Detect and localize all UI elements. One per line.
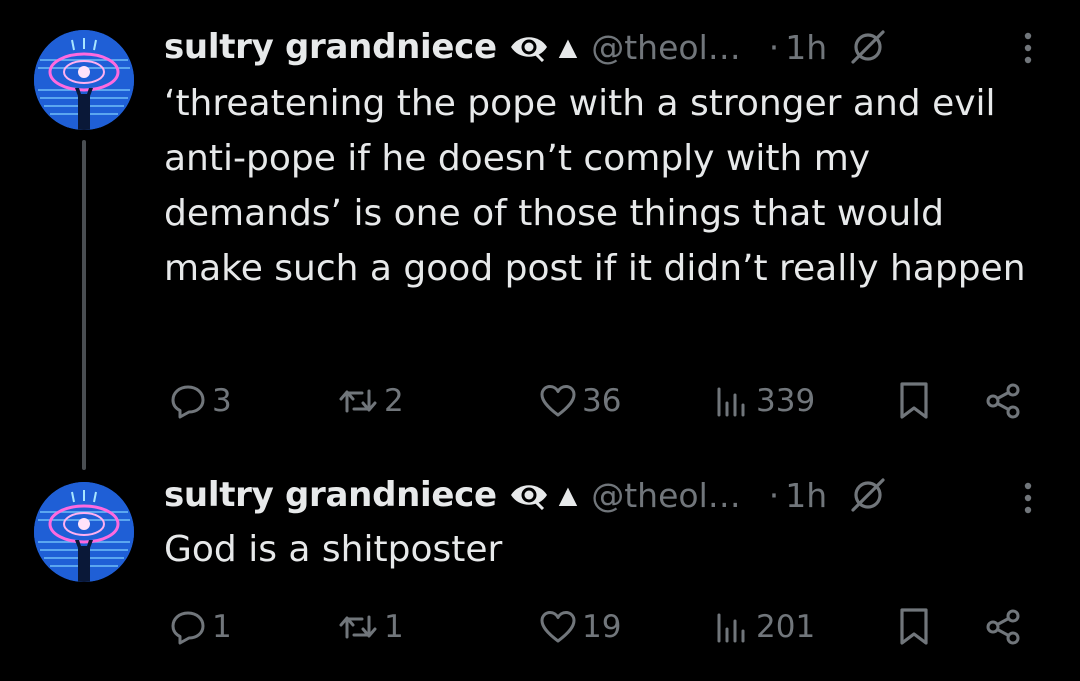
triangle-badge: ▲ xyxy=(558,481,578,509)
reply-count: 1 xyxy=(212,609,232,645)
bookmark-button[interactable] xyxy=(894,602,934,652)
view-count: 339 xyxy=(756,383,816,419)
post[interactable]: sultry grandniece ▲ @theol… · 1h ‘threat… xyxy=(0,0,1080,470)
views-button[interactable]: 201 xyxy=(712,602,815,652)
action-bar: 3 2 36 339 xyxy=(164,376,1044,426)
reply-icon xyxy=(168,607,208,647)
author-handle[interactable]: @theol… xyxy=(591,28,741,67)
share-button[interactable] xyxy=(982,376,1026,426)
view-count: 201 xyxy=(756,609,816,645)
reply-button[interactable]: 1 xyxy=(168,602,232,652)
like-button[interactable]: 36 xyxy=(538,376,621,426)
post-text: ‘threatening the pope with a stronger an… xyxy=(164,83,1026,289)
views-button[interactable]: 339 xyxy=(712,376,815,426)
more-icon[interactable] xyxy=(1010,28,1046,68)
bookmark-button[interactable] xyxy=(894,376,934,426)
eye-icon xyxy=(509,480,549,510)
post-timestamp[interactable]: 1h xyxy=(785,476,827,515)
avatar[interactable] xyxy=(34,30,134,130)
share-icon xyxy=(982,607,1026,647)
avatar-image xyxy=(34,482,134,582)
repost-icon xyxy=(336,607,380,647)
reply-button[interactable]: 3 xyxy=(168,376,232,426)
bookmark-icon xyxy=(894,605,934,649)
share-icon xyxy=(982,381,1026,421)
avatar[interactable] xyxy=(34,482,134,582)
reply-count: 3 xyxy=(212,383,232,419)
thread-connector-line xyxy=(82,140,86,470)
post-header: sultry grandniece ▲ @theol… · 1h xyxy=(164,470,887,520)
post[interactable]: sultry grandniece ▲ @theol… · 1h God is … xyxy=(0,470,1080,681)
repost-button[interactable]: 2 xyxy=(336,376,404,426)
null-icon xyxy=(849,476,887,514)
repost-count: 1 xyxy=(384,609,404,645)
separator-dot: · xyxy=(768,475,780,515)
like-button[interactable]: 19 xyxy=(538,602,621,652)
post-text: God is a shitposter xyxy=(164,529,503,570)
reply-icon xyxy=(168,381,208,421)
avatar-image xyxy=(34,30,134,130)
null-icon xyxy=(849,28,887,66)
like-count: 19 xyxy=(582,609,622,645)
triangle-badge: ▲ xyxy=(558,33,578,61)
action-bar: 1 1 19 201 xyxy=(164,602,1044,652)
like-icon xyxy=(538,381,578,421)
repost-count: 2 xyxy=(384,383,404,419)
author-display-name[interactable]: sultry grandniece xyxy=(164,475,497,515)
share-button[interactable] xyxy=(982,602,1026,652)
more-icon[interactable] xyxy=(1010,478,1046,518)
post-timestamp[interactable]: 1h xyxy=(785,28,827,67)
bookmark-icon xyxy=(894,379,934,423)
views-icon xyxy=(712,381,752,421)
like-icon xyxy=(538,607,578,647)
post-header: sultry grandniece ▲ @theol… · 1h xyxy=(164,22,887,72)
like-count: 36 xyxy=(582,383,622,419)
separator-dot: · xyxy=(768,27,780,67)
author-display-name[interactable]: sultry grandniece xyxy=(164,27,497,67)
author-handle[interactable]: @theol… xyxy=(591,476,741,515)
repost-button[interactable]: 1 xyxy=(336,602,404,652)
eye-icon xyxy=(509,32,549,62)
repost-icon xyxy=(336,381,380,421)
views-icon xyxy=(712,607,752,647)
